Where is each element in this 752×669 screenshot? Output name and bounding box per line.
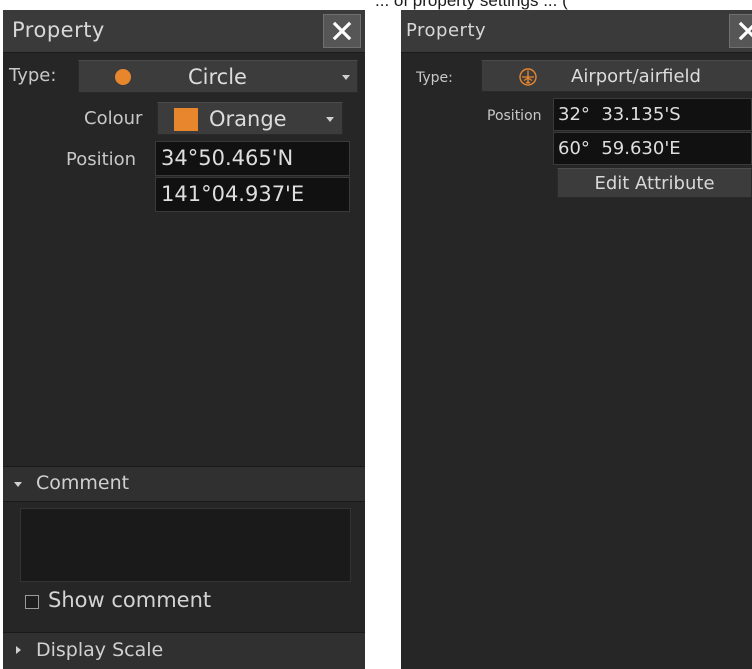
latitude-value: 32° 33.135'S — [558, 104, 681, 125]
expand-arrow-icon — [14, 482, 22, 487]
type-dropdown[interactable]: Airport/airfield — [481, 60, 752, 92]
panel-title: Property — [12, 18, 105, 42]
property-panel-left: Property Type: Circle Colour Orange Posi… — [3, 10, 365, 669]
type-value: Circle — [188, 65, 247, 89]
position-label: Position — [66, 149, 137, 170]
colour-label: Colour — [84, 108, 143, 129]
collapse-arrow-icon — [16, 646, 21, 654]
close-button[interactable] — [729, 14, 752, 48]
colour-dropdown[interactable]: Orange — [157, 102, 343, 135]
comment-textarea[interactable] — [20, 508, 351, 582]
close-icon — [332, 21, 352, 41]
title-bar: Property — [3, 10, 365, 53]
colour-value: Orange — [209, 107, 287, 131]
longitude-field[interactable]: 60° 59.630'E — [553, 132, 752, 165]
type-value: Airport/airfield — [571, 66, 701, 87]
display-scale-section-header[interactable]: Display Scale — [3, 632, 365, 669]
comment-section-header[interactable]: Comment — [3, 466, 365, 502]
display-scale-label: Display Scale — [36, 639, 164, 661]
edit-attribute-button[interactable]: Edit Attribute — [557, 168, 752, 198]
comment-label: Comment — [36, 472, 130, 494]
close-button[interactable] — [323, 14, 361, 48]
title-bar: Property — [401, 10, 752, 53]
colour-swatch-icon — [174, 108, 198, 131]
panel-title: Property — [406, 20, 487, 41]
close-icon — [738, 21, 752, 41]
show-comment-label[interactable]: Show comment — [48, 588, 211, 612]
show-comment-checkbox[interactable] — [25, 595, 39, 609]
type-label: Type: — [9, 65, 57, 86]
property-panel-right: Property Type: Airport/airfield Position… — [401, 10, 752, 669]
type-dropdown[interactable]: Circle — [78, 60, 358, 93]
caption-fragment: ... of property settings ... ( — [0, 0, 752, 10]
circle-icon — [115, 69, 131, 85]
edit-attribute-label: Edit Attribute — [594, 172, 715, 194]
longitude-value: 60° 59.630'E — [558, 138, 681, 159]
longitude-value: 141°04.937'E — [161, 182, 305, 206]
latitude-field[interactable]: 32° 33.135'S — [553, 98, 752, 131]
latitude-field[interactable]: 34°50.465'N — [155, 141, 350, 176]
longitude-field[interactable]: 141°04.937'E — [155, 177, 350, 212]
latitude-value: 34°50.465'N — [161, 146, 294, 170]
chevron-down-icon — [342, 75, 350, 80]
position-label: Position — [487, 108, 542, 124]
airport-icon — [519, 68, 537, 86]
chevron-down-icon — [326, 117, 334, 122]
type-label: Type: — [416, 70, 453, 86]
